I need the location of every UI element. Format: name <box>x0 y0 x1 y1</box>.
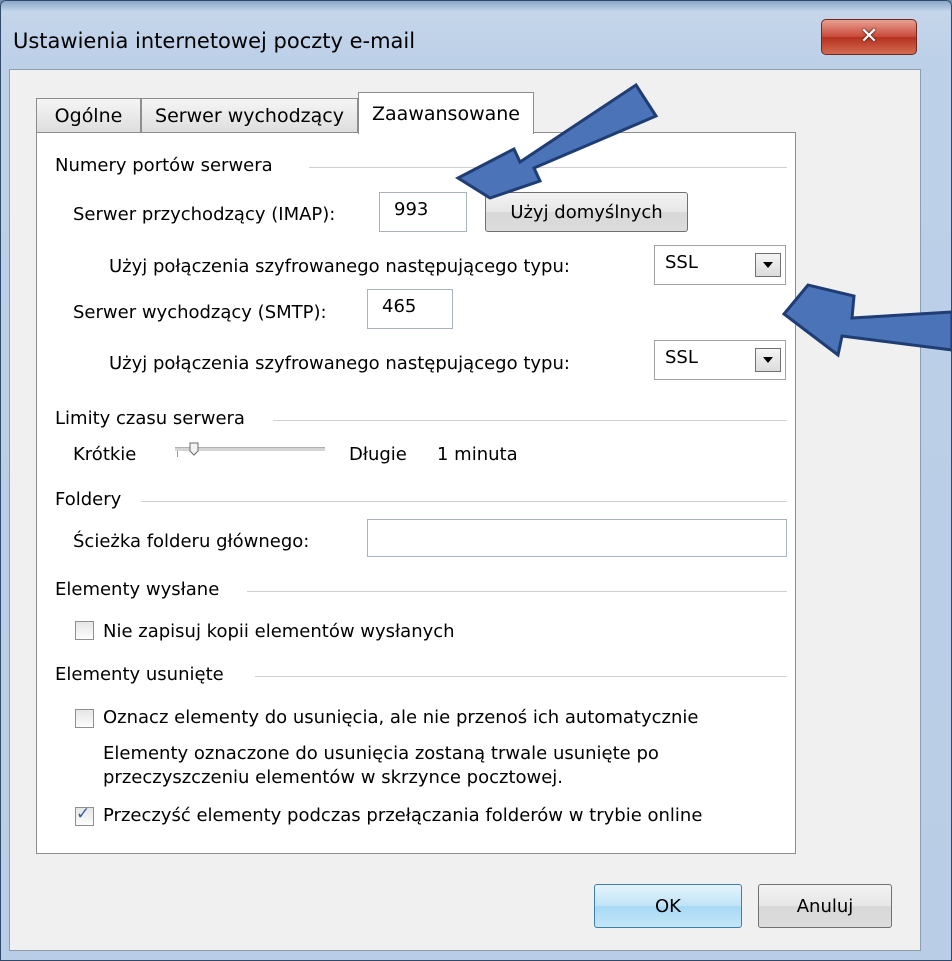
outgoing-encryption-label: Użyj połączenia szyfrowanego następujące… <box>109 353 570 374</box>
check-icon: ✓ <box>76 804 91 824</box>
outgoing-port-input[interactable]: 465 <box>367 289 453 329</box>
folders-group-label: Foldery <box>55 489 122 510</box>
close-icon: ✕ <box>859 24 879 49</box>
advanced-tab-panel: Numery portów serwera Serwer przychodząc… <box>36 132 796 854</box>
outgoing-encryption-select[interactable]: SSL <box>654 340 786 380</box>
outgoing-encryption-value: SSL <box>665 347 698 368</box>
cancel-button[interactable]: Anuluj <box>758 884 892 928</box>
tab-general-label: Ogólne <box>54 104 123 127</box>
timeouts-group-line <box>273 420 787 421</box>
deleted-items-group-line <box>255 676 787 677</box>
incoming-encryption-label: Użyj połączenia szyfrowanego następujące… <box>109 256 570 277</box>
mark-for-deletion-label: Oznacz elementy do usunięcia, ale nie pr… <box>103 707 699 728</box>
deletion-note-line-2: przeczyszczeniu elementów w skrzynce poc… <box>103 767 564 788</box>
deletion-note-line-1: Elementy oznaczone do usunięcia zostaną … <box>103 743 659 764</box>
use-defaults-button[interactable]: Użyj domyślnych <box>485 192 688 232</box>
timeout-slider-tick <box>177 451 178 457</box>
incoming-port-label: Serwer przychodzący (IMAP): <box>73 204 336 225</box>
tab-advanced[interactable]: Zaawansowane <box>358 92 534 134</box>
timeouts-group-label: Limity czasu serwera <box>55 408 245 429</box>
timeout-value: 1 minuta <box>437 444 518 465</box>
timeout-slider-thumb[interactable] <box>189 442 199 456</box>
timeout-long-label: Długie <box>349 444 407 465</box>
mark-for-deletion-checkbox[interactable] <box>75 709 94 728</box>
ok-button[interactable]: OK <box>594 884 742 928</box>
outgoing-port-label: Serwer wychodzący (SMTP): <box>73 302 327 323</box>
chevron-down-icon[interactable] <box>755 253 781 277</box>
sent-items-group-line <box>247 591 787 592</box>
incoming-encryption-select[interactable]: SSL <box>654 245 786 285</box>
purge-on-switch-label: Przeczyść elementy podczas przełączania … <box>103 805 703 826</box>
tab-advanced-label: Zaawansowane <box>372 102 520 125</box>
close-button[interactable]: ✕ <box>821 19 917 55</box>
ports-group-line <box>309 167 787 168</box>
deleted-items-group-label: Elementy usunięte <box>55 664 224 685</box>
incoming-encryption-value: SSL <box>665 252 698 273</box>
timeout-short-label: Krótkie <box>73 444 137 465</box>
tab-outgoing-server[interactable]: Serwer wychodzący <box>141 98 358 132</box>
incoming-port-input[interactable]: 993 <box>379 192 467 232</box>
purge-on-switch-checkbox[interactable]: ✓ <box>75 804 94 826</box>
window-title: Ustawienia internetowej poczty e-mail <box>13 29 416 53</box>
dont-save-sent-label: Nie zapisuj kopii elementów wysłanych <box>103 621 455 642</box>
tab-general[interactable]: Ogólne <box>36 98 141 132</box>
dialog-client-area: Ogólne Serwer wychodzący Zaawansowane Nu… <box>9 69 921 951</box>
ports-group-label: Numery portów serwera <box>55 155 273 176</box>
sent-items-group-label: Elementy wysłane <box>55 579 220 600</box>
tab-outgoing-server-label: Serwer wychodzący <box>155 104 344 127</box>
root-folder-input[interactable] <box>367 519 787 557</box>
chevron-down-icon[interactable] <box>755 348 781 372</box>
dialog-window: Ustawienia internetowej poczty e-mail ✕ … <box>0 0 952 961</box>
folders-group-line <box>141 501 787 502</box>
root-folder-label: Ścieżka folderu głównego: <box>73 531 310 552</box>
dont-save-sent-checkbox[interactable] <box>75 621 94 640</box>
timeout-slider[interactable] <box>175 439 325 461</box>
title-bar-strip <box>1 1 951 11</box>
